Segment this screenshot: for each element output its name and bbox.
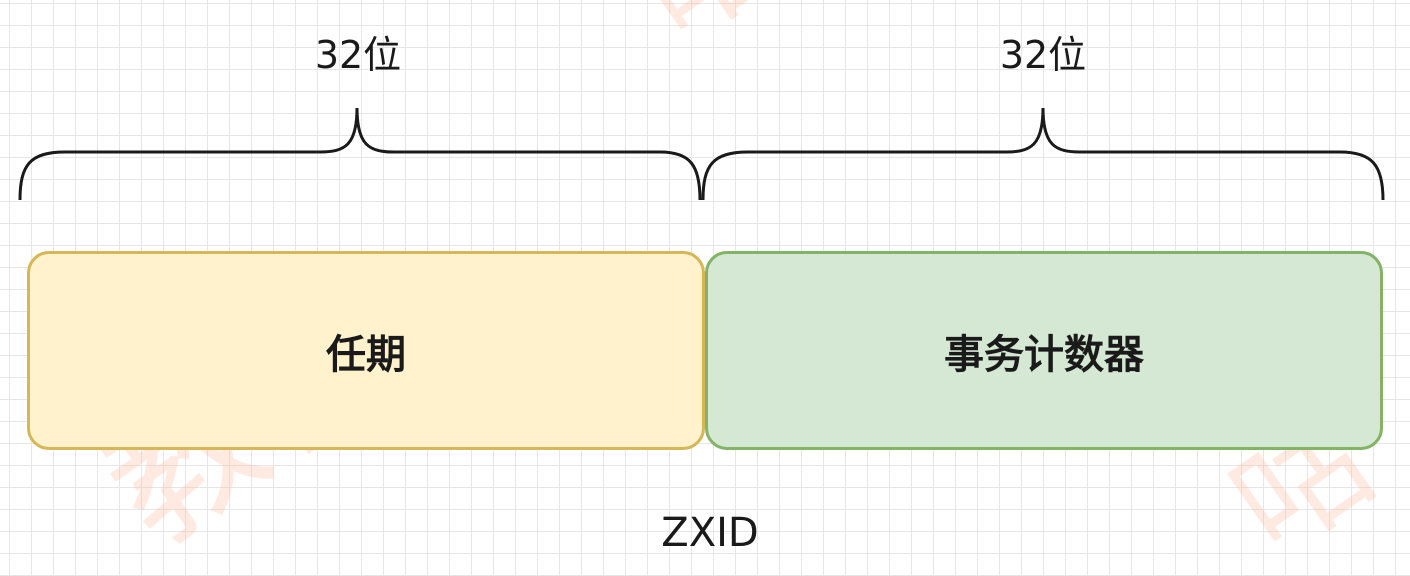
term-field-label: 任期 [326,331,406,378]
term-field-box: 任期 [27,251,705,450]
left-bits-label: 32位 [314,33,402,77]
diagram-canvas: 教育 咕 咕 32位 32位 任期 事务计数器 ZXID [0,0,1410,576]
right-bits-label: 32位 [999,33,1087,77]
transaction-counter-label: 事务计数器 [944,331,1144,378]
right-curly-brace [701,107,1385,201]
transaction-counter-box: 事务计数器 [705,251,1383,450]
zxid-caption: ZXID [661,510,759,556]
left-curly-brace [18,107,702,201]
